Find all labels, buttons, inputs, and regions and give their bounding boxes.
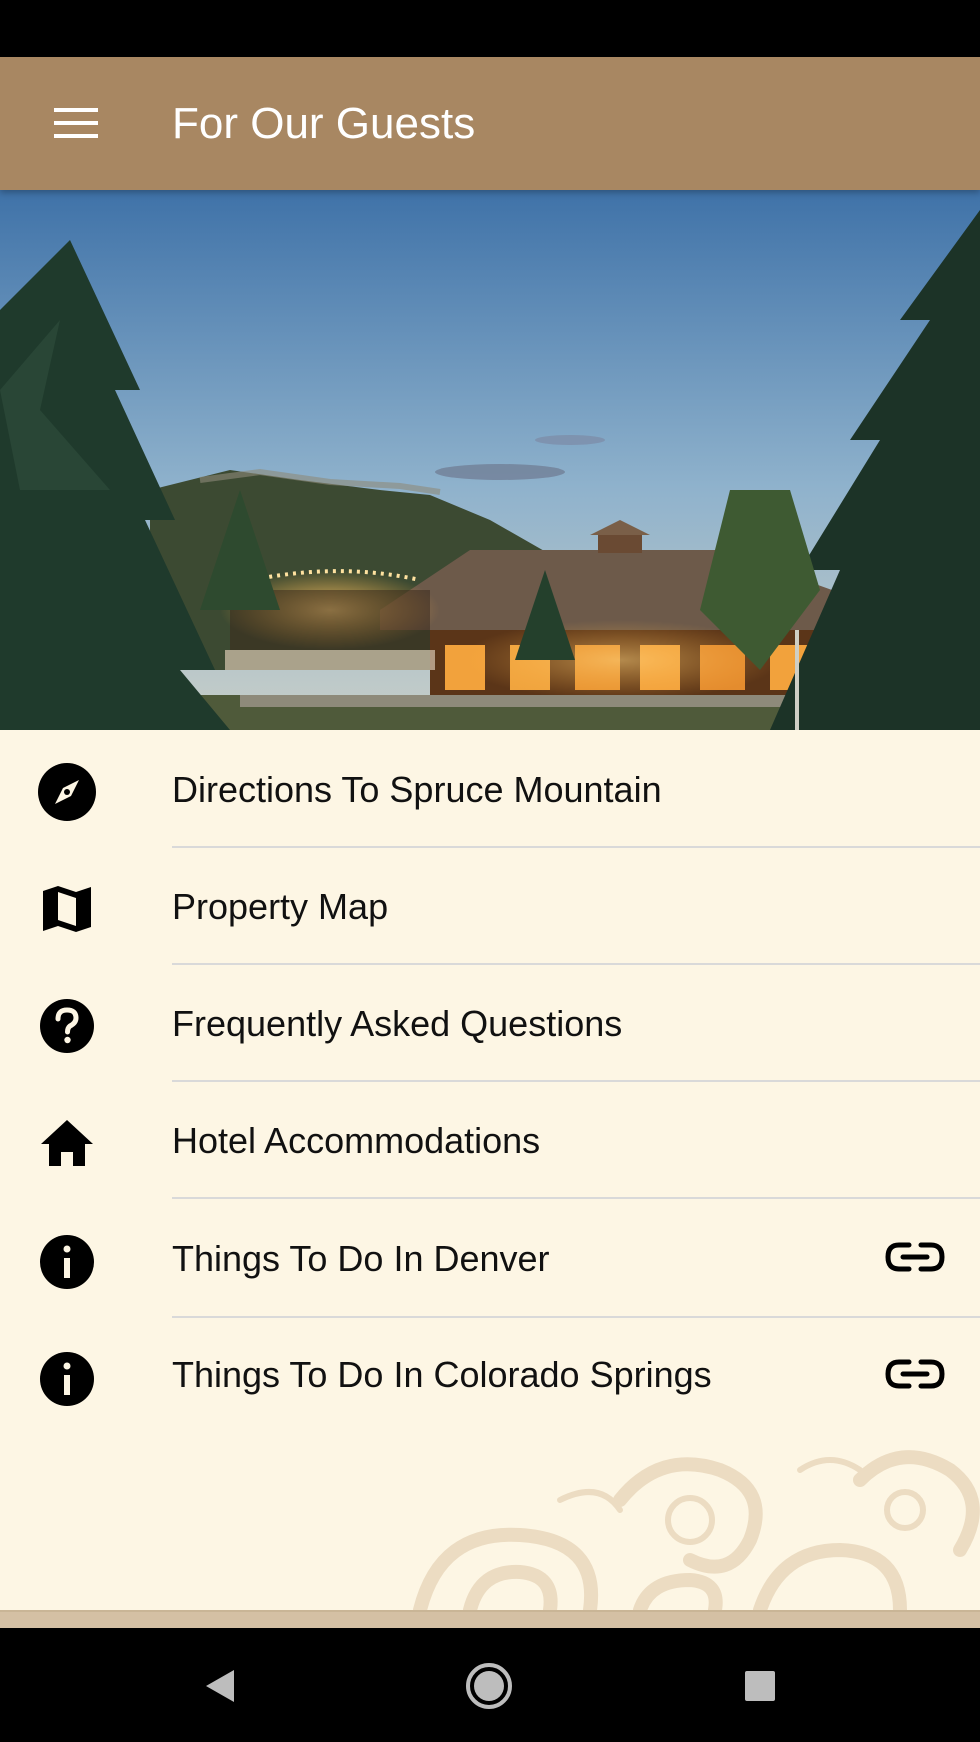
external-link-icon — [885, 1359, 945, 1389]
page-title: For Our Guests — [172, 99, 476, 148]
menu-item-property-map[interactable]: Property Map — [0, 848, 980, 965]
menu-item-colorado-springs[interactable]: Things To Do In Colorado Springs — [0, 1318, 980, 1437]
info-icon — [40, 1235, 94, 1289]
menu-item-label: Things To Do In Denver — [172, 1238, 550, 1279]
external-link-icon — [885, 1242, 945, 1272]
back-button[interactable] — [190, 1658, 250, 1714]
info-icon — [40, 1352, 94, 1406]
decorative-swirl-pattern — [0, 1440, 980, 1610]
home-icon — [41, 1120, 93, 1166]
menu-item-faq[interactable]: Frequently Asked Questions — [0, 965, 980, 1082]
menu-item-directions[interactable]: Directions To Spruce Mountain — [0, 731, 980, 848]
help-circle-icon — [40, 999, 94, 1053]
system-nav-bar — [0, 1628, 980, 1742]
map-icon — [43, 886, 91, 932]
menu-item-label: Directions To Spruce Mountain — [172, 769, 662, 810]
menu-button[interactable] — [42, 93, 110, 153]
bottom-strip — [0, 1610, 980, 1630]
home-button[interactable] — [459, 1658, 519, 1714]
hamburger-menu-icon — [54, 108, 98, 138]
hero-image — [0, 190, 980, 730]
recents-button[interactable] — [730, 1658, 790, 1714]
lodge-at-dusk-photo — [0, 190, 980, 730]
menu-item-hotel[interactable]: Hotel Accommodations — [0, 1082, 980, 1199]
home-circle-icon — [466, 1663, 512, 1709]
status-bar — [0, 0, 980, 57]
menu-item-label: Things To Do In Colorado Springs — [172, 1354, 712, 1395]
compass-icon — [38, 763, 96, 821]
app-bar: For Our Guests — [0, 57, 980, 190]
menu-item-label: Hotel Accommodations — [172, 1120, 541, 1161]
menu-item-label: Property Map — [172, 886, 389, 927]
recents-square-icon — [745, 1671, 775, 1701]
guest-menu-list: Directions To Spruce Mountain Property M… — [0, 731, 980, 1437]
back-triangle-icon — [206, 1670, 234, 1702]
menu-item-label: Frequently Asked Questions — [172, 1003, 623, 1044]
menu-item-denver[interactable]: Things To Do In Denver — [0, 1199, 980, 1318]
